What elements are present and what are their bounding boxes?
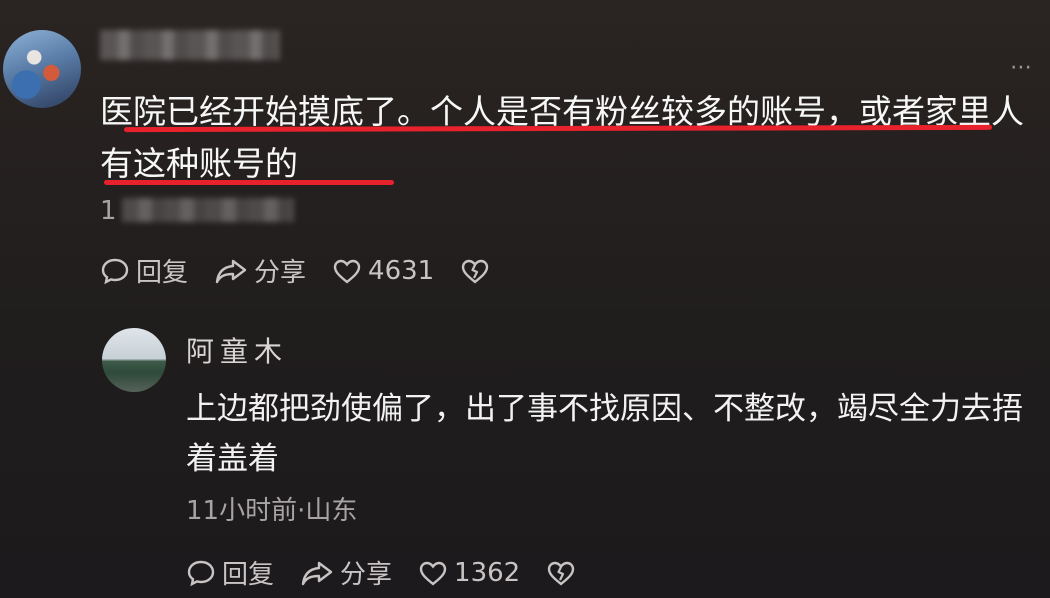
heart-icon (333, 259, 361, 284)
dislike-button[interactable] (460, 257, 490, 285)
heart-icon (419, 561, 447, 586)
share-label: 分享 (254, 258, 307, 288)
broken-heart-icon (548, 561, 575, 586)
like-button[interactable]: 1362 (418, 558, 520, 588)
share-button[interactable]: 分享 (214, 252, 306, 289)
share-label: 分享 (340, 560, 393, 590)
blurred-username (100, 30, 280, 60)
broken-heart-icon (462, 259, 489, 284)
share-button[interactable]: 分享 (300, 554, 392, 591)
like-count: 1362 (454, 557, 521, 588)
reply-label: 回复 (136, 258, 189, 288)
commenter-avatar[interactable] (3, 30, 81, 108)
comment-bubble-icon (101, 258, 129, 284)
highlight-underline (104, 180, 394, 185)
reply-author-name[interactable]: 阿童木 (186, 330, 288, 370)
reply-button[interactable]: 回复 (100, 252, 188, 289)
reply-avatar[interactable] (102, 328, 166, 392)
main-comment-actions: 回复 分享 4631 (100, 252, 516, 289)
like-count: 4631 (368, 255, 435, 286)
share-arrow-icon (301, 561, 333, 585)
share-arrow-icon (215, 259, 247, 283)
main-comment-text: 医院已经开始摸底了。个人是否有粉丝较多的账号，或者家里人有这种账号的 (100, 92, 1024, 183)
comment-bubble-icon (187, 560, 215, 586)
reply-comment-actions: 回复 分享 1362 (186, 554, 602, 591)
more-dots-icon[interactable]: ⋯ (1010, 55, 1034, 80)
reply-label: 回复 (222, 560, 275, 590)
blurred-meta (122, 198, 294, 222)
like-button[interactable]: 4631 (332, 256, 434, 286)
reply-timestamp-location: 11小时前·山东 (186, 496, 358, 526)
dislike-button[interactable] (546, 559, 576, 587)
reply-comment-text: 上边都把劲使偏了，出了事不找原因、不整改，竭尽全力去捂着盖着 (186, 391, 1023, 477)
reply-button[interactable]: 回复 (186, 554, 274, 591)
main-comment-meta: 1 (100, 196, 117, 226)
